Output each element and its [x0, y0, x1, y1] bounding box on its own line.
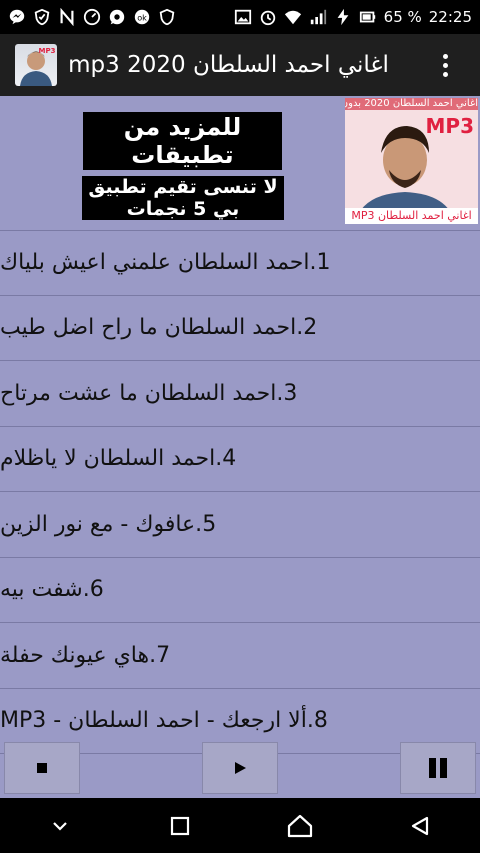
menu-dot — [442, 53, 448, 59]
promo-banner: للمزيد من تطبيقات لا تنسى تقيم تطبيق بي … — [0, 96, 480, 228]
menu-dot — [442, 62, 448, 68]
app-thumbnail[interactable]: اغاني احمد السلطان 2020 بدون نت MP3 اغان… — [345, 98, 478, 224]
list-item[interactable]: 2.احمد السلطان ما راح اضل طيب — [0, 296, 480, 361]
dropdown-button[interactable] — [30, 798, 90, 853]
song-title: 6.شفت بيه — [0, 577, 104, 603]
overflow-menu-icon[interactable] — [430, 45, 460, 85]
screen: ok 65 % 22:25 MP3 اغاني احمد السلطان 202… — [0, 0, 480, 853]
image-icon — [234, 8, 252, 26]
play-button[interactable] — [202, 742, 278, 794]
list-item[interactable]: 1.احمد السلطان علمني اعيش بلياك — [0, 230, 480, 296]
svg-text:MP3: MP3 — [39, 47, 56, 55]
app-bar: MP3 اغاني احمد السلطان 2020 mp3 — [0, 34, 480, 96]
song-title: 2.احمد السلطان ما راح اضل طيب — [0, 315, 318, 341]
song-title: 7.هاي عيونك حفلة — [0, 642, 171, 668]
song-title: 5.عافوك - مع نور الزين — [0, 511, 217, 537]
app-title: اغاني احمد السلطان 2020 mp3 — [68, 52, 389, 78]
back-icon — [411, 816, 429, 835]
battery-percent: 65 % — [383, 8, 422, 26]
clock: 22:25 — [428, 8, 472, 26]
signal-icon — [309, 8, 327, 26]
charging-icon — [334, 8, 352, 26]
list-item[interactable]: 6.شفت بيه — [0, 558, 480, 623]
thumb-mp3-badge: MP3 — [425, 114, 474, 138]
n-icon — [58, 8, 76, 26]
list-item[interactable]: 5.عافوك - مع نور الزين — [0, 492, 480, 558]
song-title: 3.احمد السلطان ما عشت مرتاح — [0, 380, 298, 406]
pause-icon — [429, 758, 447, 778]
pause-button[interactable] — [400, 742, 476, 794]
alarm-icon — [259, 8, 277, 26]
song-title: 4.احمد السلطان لا ياظلام — [0, 446, 237, 472]
list-item[interactable]: 4.احمد السلطان لا ياظلام — [0, 427, 480, 492]
stop-button[interactable] — [4, 742, 80, 794]
dropdown-icon — [53, 821, 67, 831]
recents-icon — [170, 816, 190, 835]
whatsapp-icon — [108, 8, 126, 26]
song-title: 8.ألا ارجعك - احمد السلطان - MP3 — [0, 708, 328, 734]
rate-app-button[interactable]: لا تنسى تقيم تطبيق بي 5 نجمات — [82, 176, 284, 220]
back-button[interactable] — [390, 798, 450, 853]
ok-circle-icon: ok — [133, 8, 151, 26]
recents-button[interactable] — [150, 798, 210, 853]
status-right-icons: 65 % 22:25 — [234, 8, 472, 26]
menu-dot — [442, 71, 448, 77]
song-title: 1.احمد السلطان علمني اعيش بلياك — [0, 250, 331, 276]
wifi-icon — [284, 8, 302, 26]
battery-icon — [359, 8, 377, 26]
thumb-caption-bottom: اغاني احمد السلطان MP3 — [345, 208, 478, 224]
thumb-caption-top: اغاني احمد السلطان 2020 بدون نت — [345, 98, 478, 110]
play-icon — [235, 762, 246, 774]
shield-outline-icon — [158, 8, 176, 26]
more-apps-button[interactable]: للمزيد من تطبيقات — [83, 112, 282, 170]
home-button[interactable] — [270, 798, 330, 853]
stop-icon — [37, 763, 47, 773]
app-icon: MP3 — [15, 44, 57, 86]
home-icon — [287, 814, 313, 837]
player-controls — [0, 740, 480, 798]
speedometer-icon — [83, 8, 101, 26]
status-left-icons: ok — [8, 8, 176, 26]
list-item[interactable]: 7.هاي عيونك حفلة — [0, 623, 480, 689]
list-item[interactable]: 3.احمد السلطان ما عشت مرتاح — [0, 361, 480, 427]
shield-icon — [33, 8, 51, 26]
svg-text:ok: ok — [137, 13, 147, 23]
song-list: 1.احمد السلطان علمني اعيش بلياك 2.احمد ا… — [0, 230, 480, 754]
status-bar: ok 65 % 22:25 — [0, 0, 480, 34]
messenger-icon — [8, 8, 26, 26]
navigation-bar — [0, 798, 480, 853]
